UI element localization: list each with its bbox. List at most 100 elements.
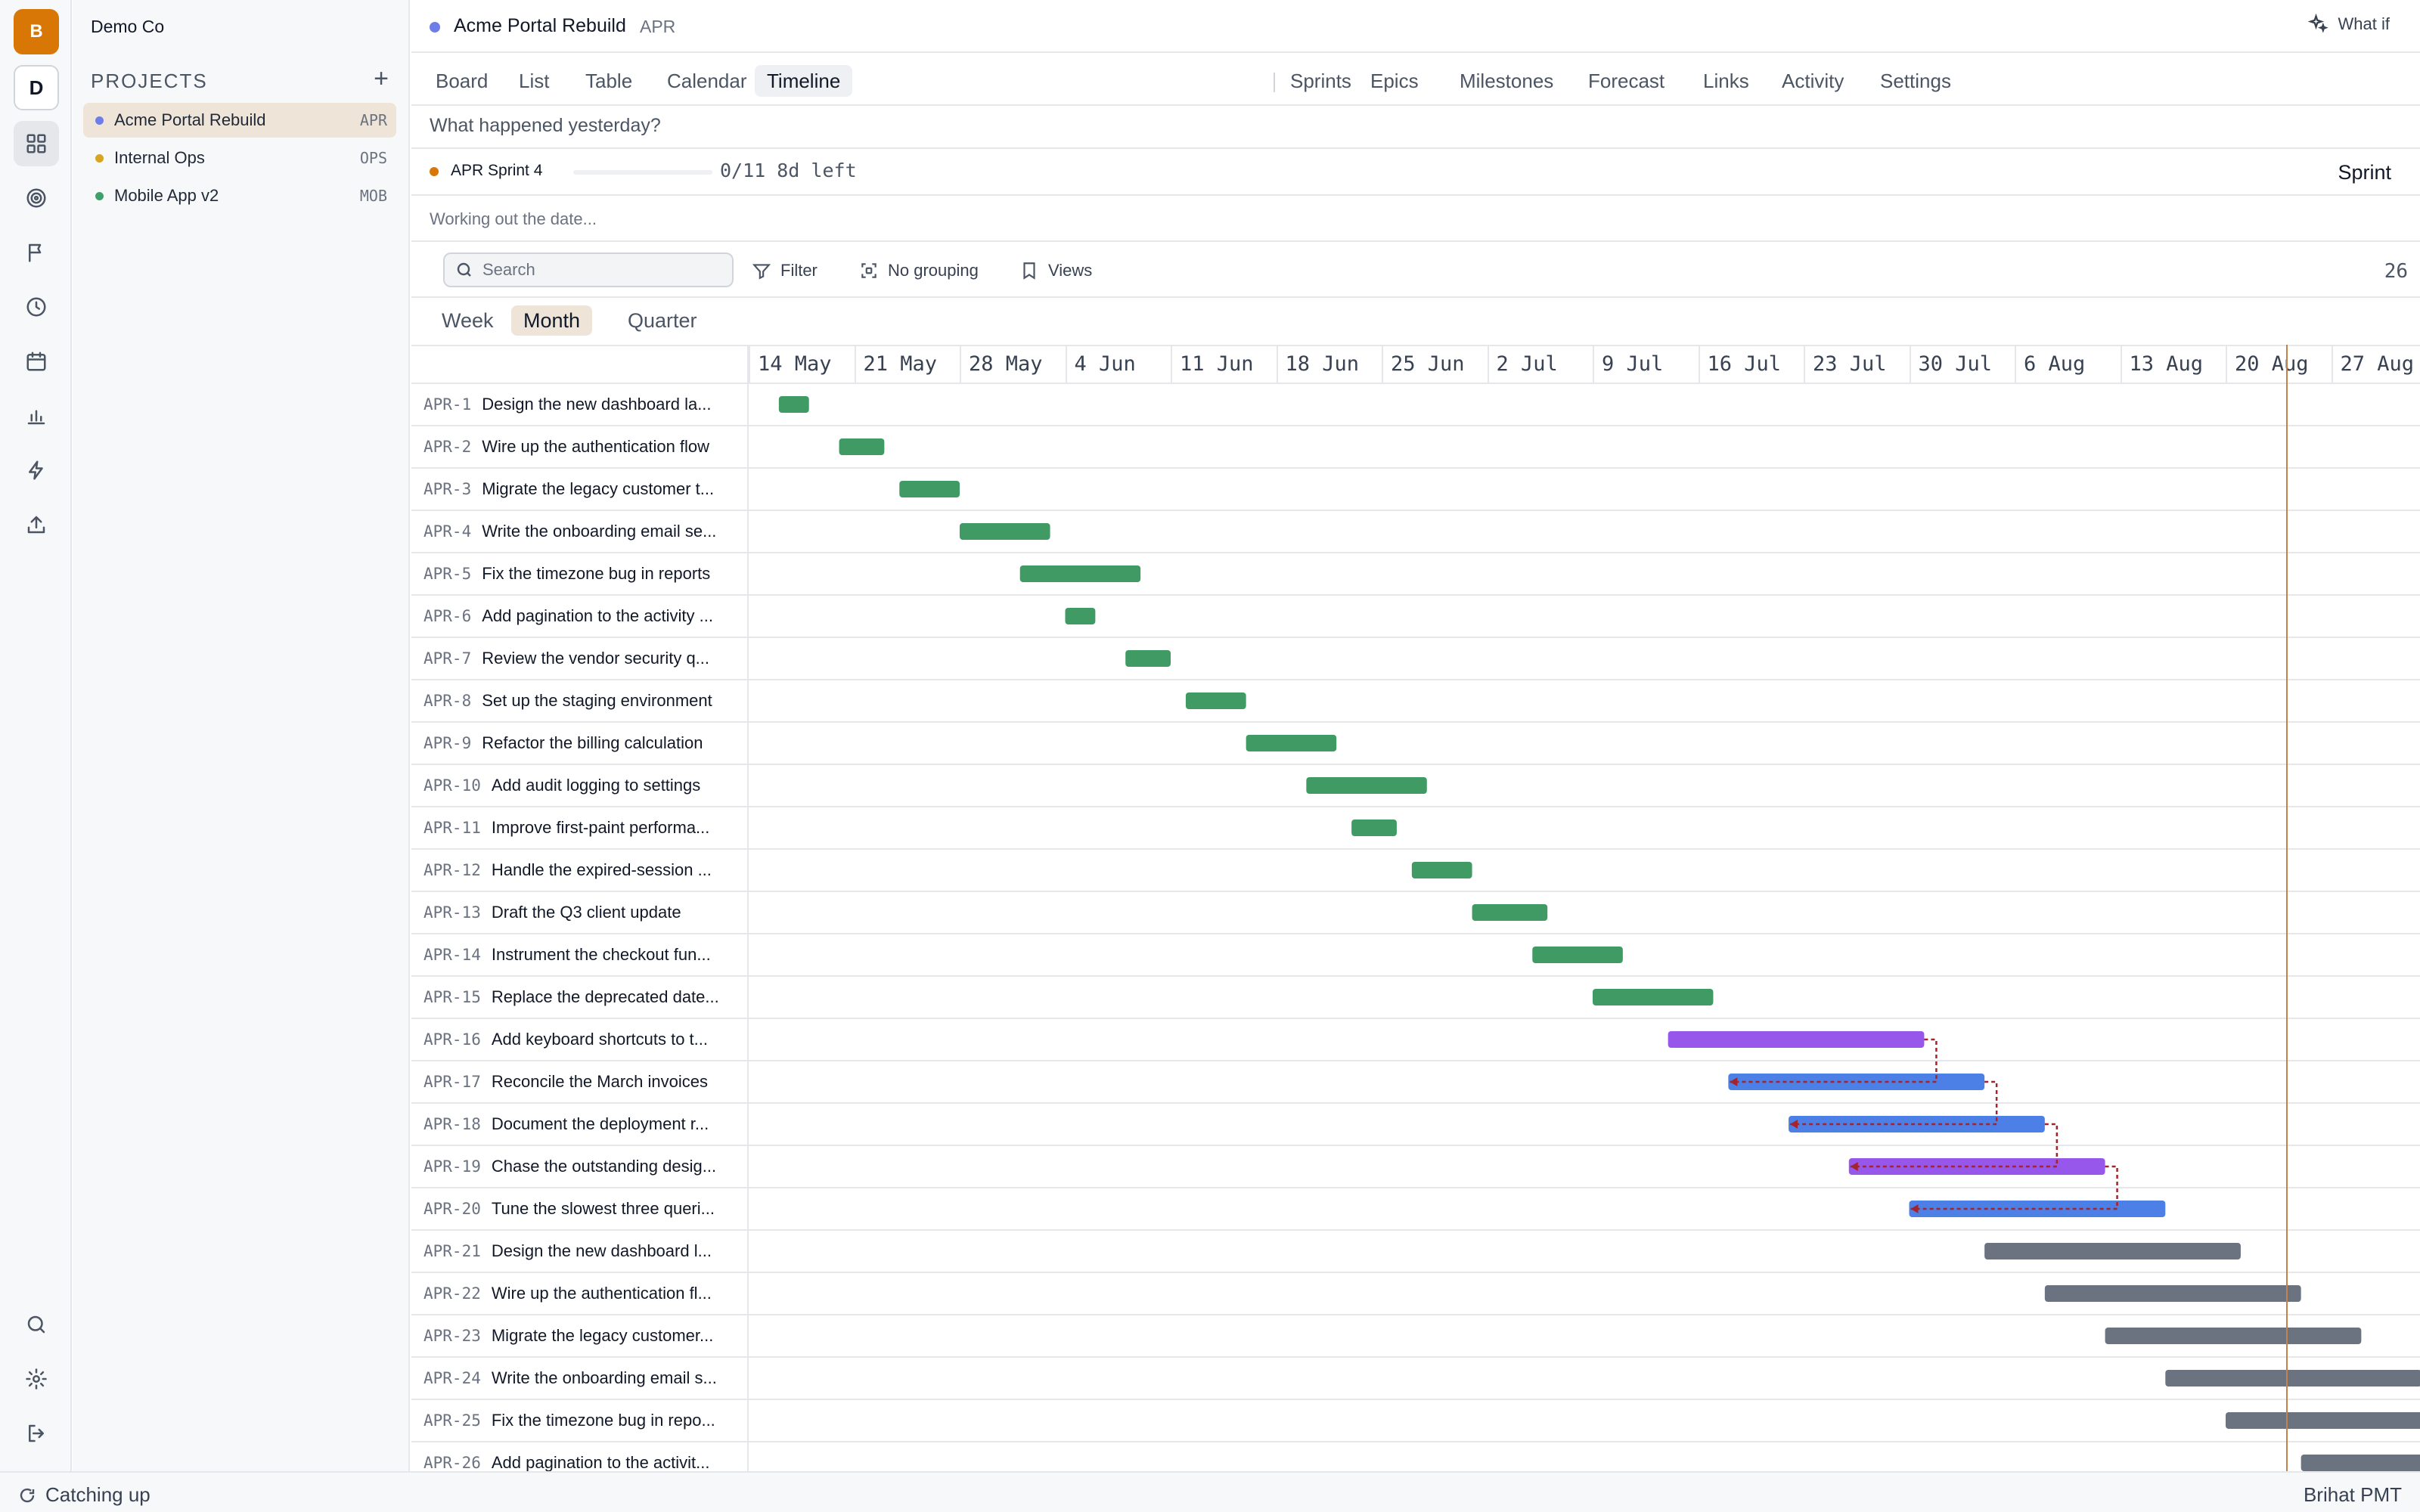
- task-bar-apr-18[interactable]: [1789, 1116, 2045, 1132]
- task-bar-apr-24[interactable]: [2165, 1370, 2420, 1387]
- what-if-button[interactable]: What if: [2307, 14, 2390, 35]
- zoom-quarter[interactable]: Quarter: [616, 305, 709, 336]
- nav-projects[interactable]: [14, 121, 59, 166]
- project-key: OPS: [359, 149, 387, 167]
- sprint-name[interactable]: APR Sprint 4: [451, 162, 542, 180]
- logout-icon: [29, 1424, 44, 1442]
- today-marker: [2285, 345, 2288, 1471]
- filter-button[interactable]: Filter: [752, 256, 818, 286]
- sync-status[interactable]: Catching up: [18, 1483, 150, 1507]
- week-label: 14 May: [749, 346, 855, 383]
- title-bar: Acme Portal Rebuild APR What if: [411, 0, 2420, 53]
- sprint-label[interactable]: Sprint: [2338, 161, 2391, 184]
- nav-reports[interactable]: [14, 393, 59, 438]
- task-bar-apr-13[interactable]: [1472, 904, 1548, 921]
- tab-activity[interactable]: Activity: [1770, 65, 1856, 97]
- nav-automations[interactable]: [14, 448, 59, 493]
- week-label: 4 Jun: [1065, 346, 1171, 383]
- project-name: Internal Ops: [114, 148, 205, 167]
- task-bar-apr-6[interactable]: [1065, 608, 1096, 624]
- week-label: 28 May: [960, 346, 1066, 383]
- add-project-button[interactable]: +: [366, 64, 396, 94]
- tab-separator: [1274, 73, 1275, 92]
- task-bar-apr-19[interactable]: [1848, 1158, 2105, 1175]
- task-bar-apr-7[interactable]: [1125, 650, 1171, 667]
- task-bar-apr-3[interactable]: [899, 481, 960, 497]
- gantt-bars: [778, 396, 2420, 1471]
- project-dot: [95, 153, 104, 163]
- zoom-week[interactable]: Week: [430, 305, 506, 336]
- task-bar-apr-16[interactable]: [1668, 1031, 1925, 1048]
- tab-calendar[interactable]: Calendar: [655, 65, 759, 97]
- tab-epics[interactable]: Epics: [1358, 65, 1431, 97]
- tab-links[interactable]: Links: [1691, 65, 1761, 97]
- nav-calendar[interactable]: [14, 339, 59, 384]
- sparkle-icon: [2307, 14, 2328, 33]
- nav-export[interactable]: [14, 502, 59, 547]
- plus-icon: +: [374, 64, 389, 93]
- week-label: 20 Aug: [2226, 346, 2332, 383]
- tab-milestones[interactable]: Milestones: [1447, 65, 1565, 97]
- tab-board[interactable]: Board: [424, 65, 500, 97]
- task-bar-apr-25[interactable]: [2226, 1412, 2420, 1429]
- zoom-month[interactable]: Month: [511, 305, 593, 336]
- task-bar-apr-12[interactable]: [1411, 862, 1472, 878]
- task-bar-apr-20[interactable]: [1909, 1201, 2166, 1217]
- project-item-mob[interactable]: Mobile App v2 MOB: [83, 178, 396, 213]
- task-bar-apr-9[interactable]: [1246, 735, 1337, 751]
- standup-prompt[interactable]: What happened yesterday?: [430, 115, 661, 137]
- project-key: MOB: [359, 187, 387, 205]
- week-label: 6 Aug: [2015, 346, 2121, 383]
- week-label: 30 Jul: [1909, 346, 2015, 383]
- week-label: 23 Jul: [1804, 346, 1910, 383]
- tab-list[interactable]: List: [507, 65, 561, 97]
- task-bar-apr-11[interactable]: [1351, 820, 1397, 836]
- grouping-button[interactable]: No grouping: [859, 256, 979, 286]
- tab-sprints[interactable]: Sprints: [1278, 65, 1364, 97]
- nav-settings[interactable]: [14, 1356, 59, 1402]
- task-bar-apr-22[interactable]: [2044, 1285, 2301, 1302]
- what-if-label: What if: [2338, 14, 2390, 33]
- tab-table[interactable]: Table: [573, 65, 644, 97]
- item-count: 26: [2384, 260, 2408, 283]
- workspace-switcher-b[interactable]: B: [14, 9, 59, 54]
- project-item-apr[interactable]: Acme Portal Rebuild APR: [83, 103, 396, 138]
- search-input[interactable]: [482, 260, 724, 280]
- filter-icon: [752, 264, 771, 280]
- tab-forecast[interactable]: Forecast: [1576, 65, 1677, 97]
- search-box[interactable]: [443, 253, 734, 287]
- gear-icon: [26, 1368, 47, 1390]
- week-label: 16 Jul: [1698, 346, 1804, 383]
- task-bar-apr-2[interactable]: [839, 438, 885, 455]
- org-name: Demo Co: [91, 17, 165, 36]
- workspace-switcher-d[interactable]: D: [14, 65, 59, 110]
- nav-search[interactable]: [14, 1302, 59, 1347]
- nav-milestones[interactable]: [14, 230, 59, 275]
- views-button[interactable]: Views: [1019, 256, 1092, 286]
- refresh-icon: [20, 1488, 35, 1502]
- nav-time[interactable]: [14, 284, 59, 330]
- timeline: 14 May 21 May 28 May 4 Jun 11 Jun 18 Jun 25 Ju…: [411, 345, 2420, 1471]
- tab-timeline[interactable]: Timeline: [755, 65, 853, 97]
- view-tabs: Board List Table Calendar Timeline Sprints Epi…: [411, 54, 2420, 106]
- task-bar-apr-14[interactable]: [1532, 947, 1623, 963]
- task-bar-apr-21[interactable]: [1984, 1243, 2241, 1259]
- task-bar-apr-23[interactable]: [2105, 1328, 2362, 1344]
- nav-logout[interactable]: [14, 1411, 59, 1456]
- project-item-ops[interactable]: Internal Ops OPS: [83, 141, 396, 175]
- task-bar-apr-15[interactable]: [1593, 989, 1714, 1005]
- tab-settings[interactable]: Settings: [1868, 65, 1963, 97]
- nav-goals[interactable]: [14, 175, 59, 221]
- task-bar-apr-5[interactable]: [1019, 565, 1141, 582]
- lightning-icon: [29, 460, 43, 480]
- task-bar-apr-10[interactable]: [1306, 777, 1427, 794]
- task-bar-apr-8[interactable]: [1185, 692, 1246, 709]
- task-bar-apr-26[interactable]: [2301, 1455, 2420, 1471]
- week-label: 25 Jun: [1382, 346, 1488, 383]
- calendar-icon: [26, 352, 46, 371]
- bar-chart-icon: [27, 410, 45, 425]
- task-bar-apr-4[interactable]: [960, 523, 1050, 540]
- task-bar-apr-17[interactable]: [1728, 1074, 1985, 1090]
- task-bar-apr-1[interactable]: [778, 396, 809, 413]
- flag-icon: [29, 243, 42, 262]
